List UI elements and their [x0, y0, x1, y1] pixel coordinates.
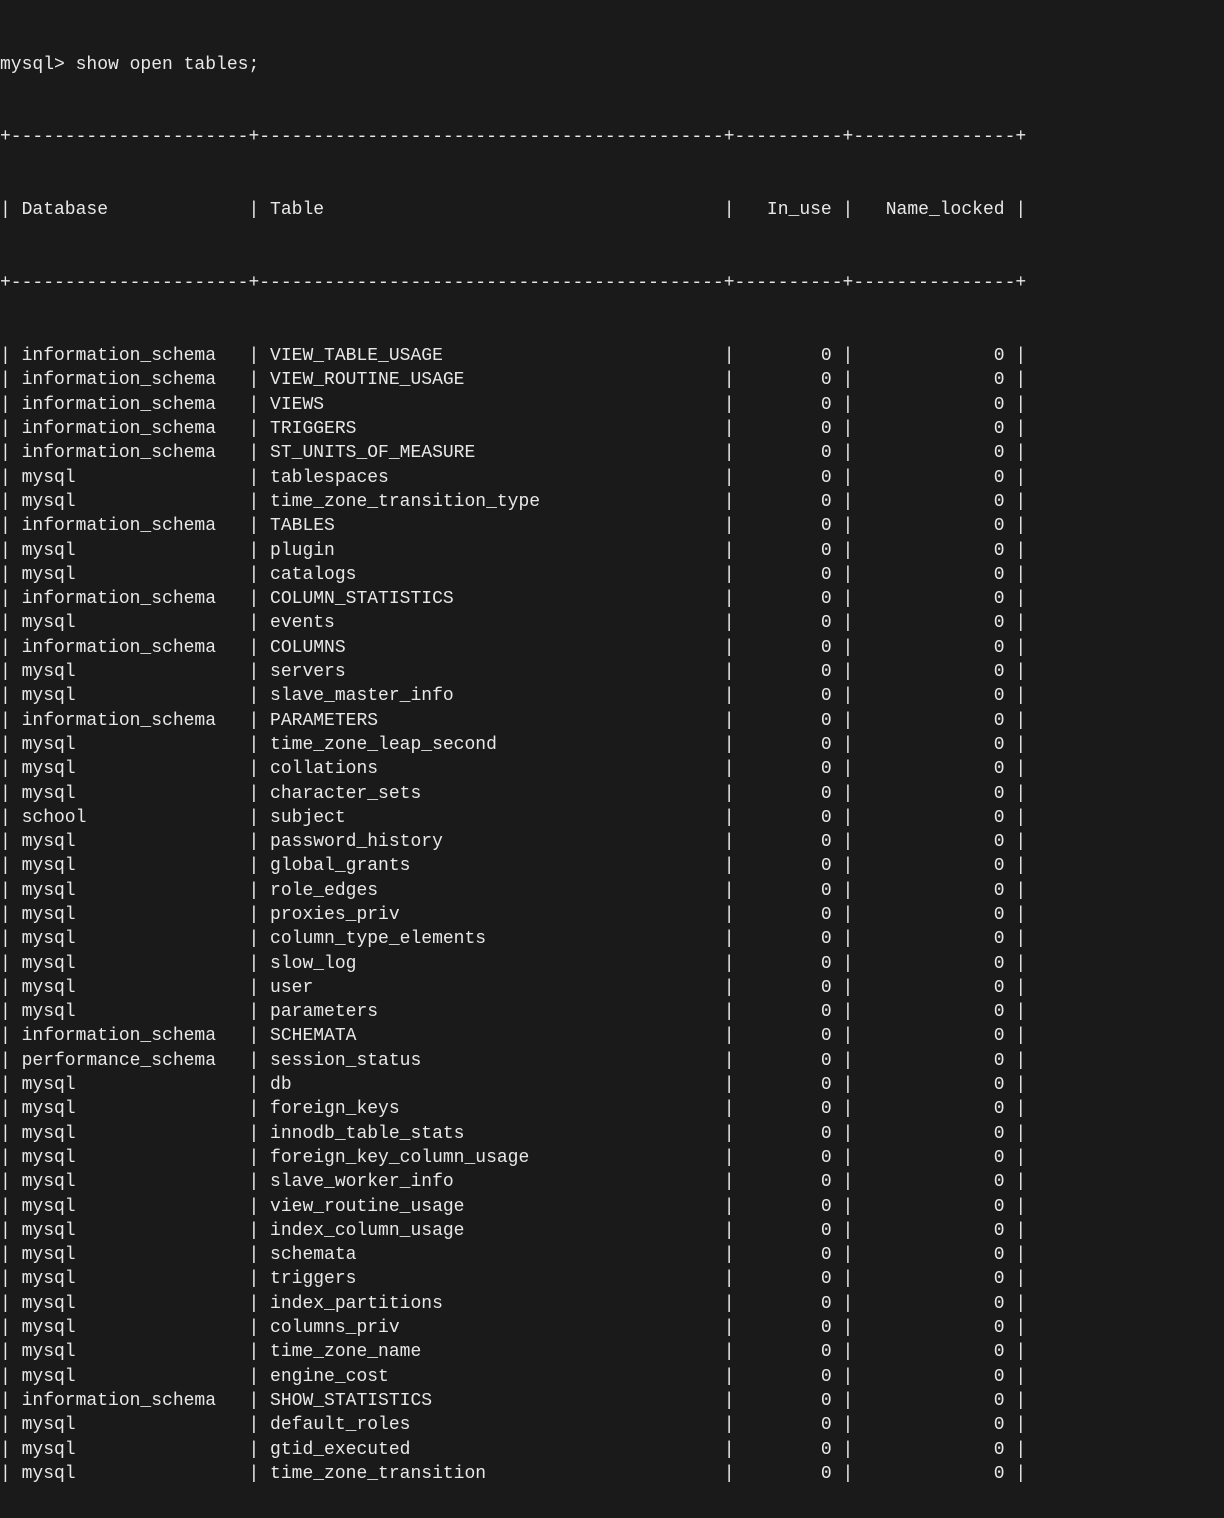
table-row: | mysql | user | 0 | 0 |: [0, 976, 1224, 1000]
table-row: | information_schema | COLUMNS | 0 | 0 |: [0, 636, 1224, 660]
table-row: | mysql | time_zone_name | 0 | 0 |: [0, 1340, 1224, 1364]
table-row: | mysql | view_routine_usage | 0 | 0 |: [0, 1195, 1224, 1219]
table-row: | mysql | index_column_usage | 0 | 0 |: [0, 1219, 1224, 1243]
table-row: | information_schema | VIEW_ROUTINE_USAG…: [0, 368, 1224, 392]
table-row: | information_schema | TRIGGERS | 0 | 0 …: [0, 417, 1224, 441]
table-row: | information_schema | SCHEMATA | 0 | 0 …: [0, 1024, 1224, 1048]
table-row: | mysql | slave_worker_info | 0 | 0 |: [0, 1170, 1224, 1194]
table-row: | mysql | catalogs | 0 | 0 |: [0, 563, 1224, 587]
table-border-top: +----------------------+----------------…: [0, 125, 1224, 149]
table-row: | mysql | plugin | 0 | 0 |: [0, 539, 1224, 563]
table-row: | mysql | slow_log | 0 | 0 |: [0, 952, 1224, 976]
table-row: | mysql | time_zone_transition_type | 0 …: [0, 490, 1224, 514]
table-row: | information_schema | PARAMETERS | 0 | …: [0, 709, 1224, 733]
table-row: | mysql | time_zone_leap_second | 0 | 0 …: [0, 733, 1224, 757]
table-row: | mysql | innodb_table_stats | 0 | 0 |: [0, 1122, 1224, 1146]
table-row: | mysql | foreign_keys | 0 | 0 |: [0, 1097, 1224, 1121]
table-row: | mysql | time_zone_transition | 0 | 0 |: [0, 1462, 1224, 1486]
table-row: | school | subject | 0 | 0 |: [0, 806, 1224, 830]
table-row: | mysql | events | 0 | 0 |: [0, 611, 1224, 635]
table-row: | mysql | foreign_key_column_usage | 0 |…: [0, 1146, 1224, 1170]
sql-prompt-line: mysql> show open tables;: [0, 53, 1224, 77]
table-row: | mysql | servers | 0 | 0 |: [0, 660, 1224, 684]
table-row: | mysql | db | 0 | 0 |: [0, 1073, 1224, 1097]
table-row: | mysql | engine_cost | 0 | 0 |: [0, 1365, 1224, 1389]
table-row: | mysql | role_edges | 0 | 0 |: [0, 879, 1224, 903]
table-row: | information_schema | TABLES | 0 | 0 |: [0, 514, 1224, 538]
table-row: | mysql | slave_master_info | 0 | 0 |: [0, 684, 1224, 708]
table-header-row: | Database | Table | In_use | Name_locke…: [0, 198, 1224, 222]
table-border-mid: +----------------------+----------------…: [0, 271, 1224, 295]
table-row: | information_schema | ST_UNITS_OF_MEASU…: [0, 441, 1224, 465]
table-row: | mysql | gtid_executed | 0 | 0 |: [0, 1438, 1224, 1462]
table-row: | mysql | column_type_elements | 0 | 0 |: [0, 927, 1224, 951]
table-row: | information_schema | COLUMN_STATISTICS…: [0, 587, 1224, 611]
table-row: | mysql | collations | 0 | 0 |: [0, 757, 1224, 781]
table-row: | mysql | proxies_priv | 0 | 0 |: [0, 903, 1224, 927]
table-row: | mysql | parameters | 0 | 0 |: [0, 1000, 1224, 1024]
table-row: | mysql | columns_priv | 0 | 0 |: [0, 1316, 1224, 1340]
table-body: | information_schema | VIEW_TABLE_USAGE …: [0, 344, 1224, 1486]
table-row: | mysql | global_grants | 0 | 0 |: [0, 854, 1224, 878]
table-row: | information_schema | VIEWS | 0 | 0 |: [0, 393, 1224, 417]
table-row: | information_schema | VIEW_TABLE_USAGE …: [0, 344, 1224, 368]
table-row: | mysql | schemata | 0 | 0 |: [0, 1243, 1224, 1267]
table-row: | mysql | character_sets | 0 | 0 |: [0, 782, 1224, 806]
table-row: | mysql | index_partitions | 0 | 0 |: [0, 1292, 1224, 1316]
mysql-terminal[interactable]: mysql> show open tables; +--------------…: [0, 0, 1224, 1518]
table-row: | mysql | tablespaces | 0 | 0 |: [0, 466, 1224, 490]
table-row: | information_schema | SHOW_STATISTICS |…: [0, 1389, 1224, 1413]
table-row: | mysql | default_roles | 0 | 0 |: [0, 1413, 1224, 1437]
table-row: | performance_schema | session_status | …: [0, 1049, 1224, 1073]
table-row: | mysql | password_history | 0 | 0 |: [0, 830, 1224, 854]
table-row: | mysql | triggers | 0 | 0 |: [0, 1267, 1224, 1291]
